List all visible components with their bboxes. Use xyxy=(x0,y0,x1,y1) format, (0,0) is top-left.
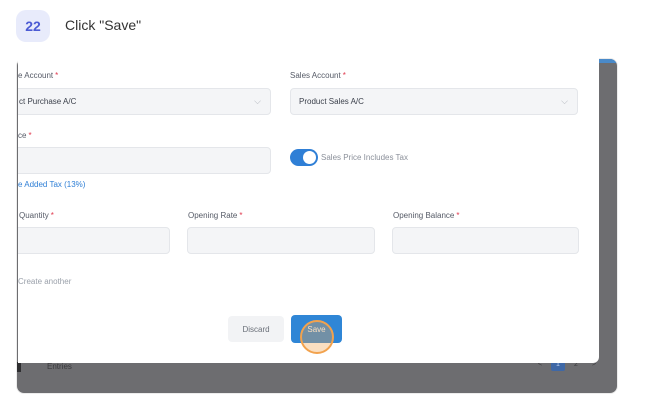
click-indicator xyxy=(300,320,334,354)
sales-price-includes-tax-toggle[interactable] xyxy=(290,149,318,166)
create-another-toggle[interactable]: Create another xyxy=(18,277,71,286)
step-number-badge: 22 xyxy=(16,10,50,42)
sales-account-select[interactable]: Product Sales A/C ⌵ xyxy=(290,88,578,115)
background-accent-strip xyxy=(599,59,617,63)
step-header: 22 Click "Save" xyxy=(0,0,646,52)
toggle-knob xyxy=(303,151,316,164)
background-checkbox xyxy=(17,362,21,372)
background-entries-text: Entries xyxy=(47,362,72,371)
purchase-account-label: e Account * xyxy=(18,71,59,80)
sales-account-label: Sales Account * xyxy=(290,71,346,80)
price-input[interactable] xyxy=(18,147,271,174)
opening-balance-label: Opening Balance * xyxy=(393,211,460,220)
opening-rate-label: Opening Rate * xyxy=(188,211,243,220)
quantity-label: Quantity * xyxy=(19,211,54,220)
quantity-input[interactable] xyxy=(18,227,170,254)
opening-rate-input[interactable] xyxy=(187,227,375,254)
discard-button[interactable]: Discard xyxy=(228,316,284,342)
purchase-account-select[interactable]: ct Purchase A/C ⌵ xyxy=(18,88,271,115)
chevron-down-icon: ⌵ xyxy=(254,96,261,106)
value-added-tax-link[interactable]: e Added Tax (13%) xyxy=(18,180,85,189)
price-label: ce * xyxy=(18,131,32,140)
opening-balance-input[interactable] xyxy=(392,227,579,254)
chevron-down-icon: ⌵ xyxy=(561,96,568,106)
product-form-modal: e Account * ct Purchase A/C ⌵ Sales Accou… xyxy=(18,58,599,363)
step-instruction: Click "Save" xyxy=(65,17,142,33)
sales-price-includes-tax-label: Sales Price Includes Tax xyxy=(321,153,409,162)
